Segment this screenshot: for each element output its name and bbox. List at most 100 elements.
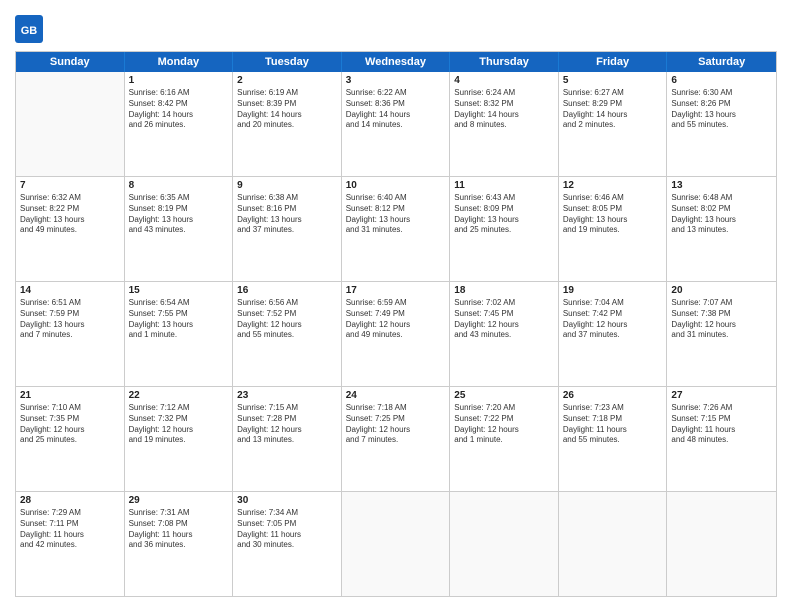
cell-text-line: and 31 minutes. xyxy=(346,225,446,236)
day-number: 4 xyxy=(454,75,554,86)
calendar-empty-cell xyxy=(559,492,668,596)
day-number: 29 xyxy=(129,495,229,506)
cell-text-line: and 30 minutes. xyxy=(237,540,337,551)
calendar-week-1: 7Sunrise: 6:32 AMSunset: 8:22 PMDaylight… xyxy=(16,177,776,282)
cell-text-line: and 55 minutes. xyxy=(671,120,772,131)
calendar-day-20: 20Sunrise: 7:07 AMSunset: 7:38 PMDayligh… xyxy=(667,282,776,386)
calendar-day-7: 7Sunrise: 6:32 AMSunset: 8:22 PMDaylight… xyxy=(16,177,125,281)
cell-text-line: Daylight: 12 hours xyxy=(454,425,554,436)
day-number: 26 xyxy=(563,390,663,401)
cell-text-line: Sunrise: 6:51 AM xyxy=(20,298,120,309)
day-number: 11 xyxy=(454,180,554,191)
day-number: 12 xyxy=(563,180,663,191)
cell-text-line: Daylight: 12 hours xyxy=(563,320,663,331)
cell-text-line: Sunrise: 6:46 AM xyxy=(563,193,663,204)
cell-text-line: Daylight: 14 hours xyxy=(237,110,337,121)
calendar-week-3: 21Sunrise: 7:10 AMSunset: 7:35 PMDayligh… xyxy=(16,387,776,492)
day-number: 14 xyxy=(20,285,120,296)
page: GB SundayMondayTuesdayWednesdayThursdayF… xyxy=(0,0,792,612)
cell-text-line: Sunset: 8:29 PM xyxy=(563,99,663,110)
cell-text-line: Sunset: 7:11 PM xyxy=(20,519,120,530)
header-day-wednesday: Wednesday xyxy=(342,52,451,72)
day-number: 19 xyxy=(563,285,663,296)
cell-text-line: Daylight: 13 hours xyxy=(20,320,120,331)
calendar-day-26: 26Sunrise: 7:23 AMSunset: 7:18 PMDayligh… xyxy=(559,387,668,491)
calendar-body: 1Sunrise: 6:16 AMSunset: 8:42 PMDaylight… xyxy=(16,72,776,596)
cell-text-line: Sunset: 8:39 PM xyxy=(237,99,337,110)
cell-text-line: Sunrise: 7:10 AM xyxy=(20,403,120,414)
calendar-empty-cell xyxy=(450,492,559,596)
day-number: 8 xyxy=(129,180,229,191)
cell-text-line: Sunrise: 7:07 AM xyxy=(671,298,772,309)
cell-text-line: Sunset: 7:32 PM xyxy=(129,414,229,425)
cell-text-line: and 55 minutes. xyxy=(563,435,663,446)
cell-text-line: Sunset: 7:52 PM xyxy=(237,309,337,320)
cell-text-line: Sunset: 7:35 PM xyxy=(20,414,120,425)
cell-text-line: Daylight: 13 hours xyxy=(346,215,446,226)
cell-text-line: and 31 minutes. xyxy=(671,330,772,341)
cell-text-line: Daylight: 14 hours xyxy=(346,110,446,121)
cell-text-line: Sunset: 8:16 PM xyxy=(237,204,337,215)
cell-text-line: Sunrise: 6:22 AM xyxy=(346,88,446,99)
calendar-day-1: 1Sunrise: 6:16 AMSunset: 8:42 PMDaylight… xyxy=(125,72,234,176)
day-number: 16 xyxy=(237,285,337,296)
cell-text-line: Sunset: 8:26 PM xyxy=(671,99,772,110)
cell-text-line: and 48 minutes. xyxy=(671,435,772,446)
cell-text-line: Sunset: 8:22 PM xyxy=(20,204,120,215)
calendar-day-15: 15Sunrise: 6:54 AMSunset: 7:55 PMDayligh… xyxy=(125,282,234,386)
header-day-friday: Friday xyxy=(559,52,668,72)
day-number: 7 xyxy=(20,180,120,191)
day-number: 1 xyxy=(129,75,229,86)
calendar-header: SundayMondayTuesdayWednesdayThursdayFrid… xyxy=(16,52,776,72)
cell-text-line: Daylight: 13 hours xyxy=(237,215,337,226)
day-number: 20 xyxy=(671,285,772,296)
cell-text-line: Sunrise: 7:20 AM xyxy=(454,403,554,414)
calendar-day-9: 9Sunrise: 6:38 AMSunset: 8:16 PMDaylight… xyxy=(233,177,342,281)
cell-text-line: Sunrise: 7:31 AM xyxy=(129,508,229,519)
day-number: 30 xyxy=(237,495,337,506)
cell-text-line: Sunrise: 6:16 AM xyxy=(129,88,229,99)
cell-text-line: Sunrise: 6:54 AM xyxy=(129,298,229,309)
cell-text-line: Sunset: 7:45 PM xyxy=(454,309,554,320)
calendar-week-4: 28Sunrise: 7:29 AMSunset: 7:11 PMDayligh… xyxy=(16,492,776,596)
cell-text-line: Sunset: 8:32 PM xyxy=(454,99,554,110)
cell-text-line: Sunrise: 6:19 AM xyxy=(237,88,337,99)
cell-text-line: Daylight: 13 hours xyxy=(129,215,229,226)
calendar-day-24: 24Sunrise: 7:18 AMSunset: 7:25 PMDayligh… xyxy=(342,387,451,491)
day-number: 28 xyxy=(20,495,120,506)
cell-text-line: and 42 minutes. xyxy=(20,540,120,551)
cell-text-line: Sunset: 8:12 PM xyxy=(346,204,446,215)
calendar: SundayMondayTuesdayWednesdayThursdayFrid… xyxy=(15,51,777,597)
cell-text-line: Daylight: 12 hours xyxy=(237,425,337,436)
calendar-day-2: 2Sunrise: 6:19 AMSunset: 8:39 PMDaylight… xyxy=(233,72,342,176)
cell-text-line: and 25 minutes. xyxy=(20,435,120,446)
cell-text-line: Daylight: 14 hours xyxy=(563,110,663,121)
day-number: 13 xyxy=(671,180,772,191)
cell-text-line: and 19 minutes. xyxy=(129,435,229,446)
cell-text-line: Daylight: 13 hours xyxy=(20,215,120,226)
cell-text-line: Sunrise: 6:43 AM xyxy=(454,193,554,204)
calendar-day-29: 29Sunrise: 7:31 AMSunset: 7:08 PMDayligh… xyxy=(125,492,234,596)
cell-text-line: Daylight: 11 hours xyxy=(20,530,120,541)
cell-text-line: and 2 minutes. xyxy=(563,120,663,131)
header-day-thursday: Thursday xyxy=(450,52,559,72)
cell-text-line: Daylight: 13 hours xyxy=(563,215,663,226)
calendar-day-23: 23Sunrise: 7:15 AMSunset: 7:28 PMDayligh… xyxy=(233,387,342,491)
cell-text-line: Sunrise: 6:56 AM xyxy=(237,298,337,309)
cell-text-line: and 7 minutes. xyxy=(20,330,120,341)
calendar-day-3: 3Sunrise: 6:22 AMSunset: 8:36 PMDaylight… xyxy=(342,72,451,176)
cell-text-line: and 43 minutes. xyxy=(454,330,554,341)
day-number: 25 xyxy=(454,390,554,401)
cell-text-line: Daylight: 14 hours xyxy=(454,110,554,121)
header-day-saturday: Saturday xyxy=(667,52,776,72)
cell-text-line: Daylight: 12 hours xyxy=(671,320,772,331)
cell-text-line: Daylight: 11 hours xyxy=(563,425,663,436)
cell-text-line: and 25 minutes. xyxy=(454,225,554,236)
cell-text-line: and 1 minute. xyxy=(129,330,229,341)
svg-text:GB: GB xyxy=(21,25,38,37)
day-number: 23 xyxy=(237,390,337,401)
cell-text-line: Sunset: 7:05 PM xyxy=(237,519,337,530)
cell-text-line: Sunrise: 6:24 AM xyxy=(454,88,554,99)
calendar-day-17: 17Sunrise: 6:59 AMSunset: 7:49 PMDayligh… xyxy=(342,282,451,386)
cell-text-line: Daylight: 12 hours xyxy=(454,320,554,331)
